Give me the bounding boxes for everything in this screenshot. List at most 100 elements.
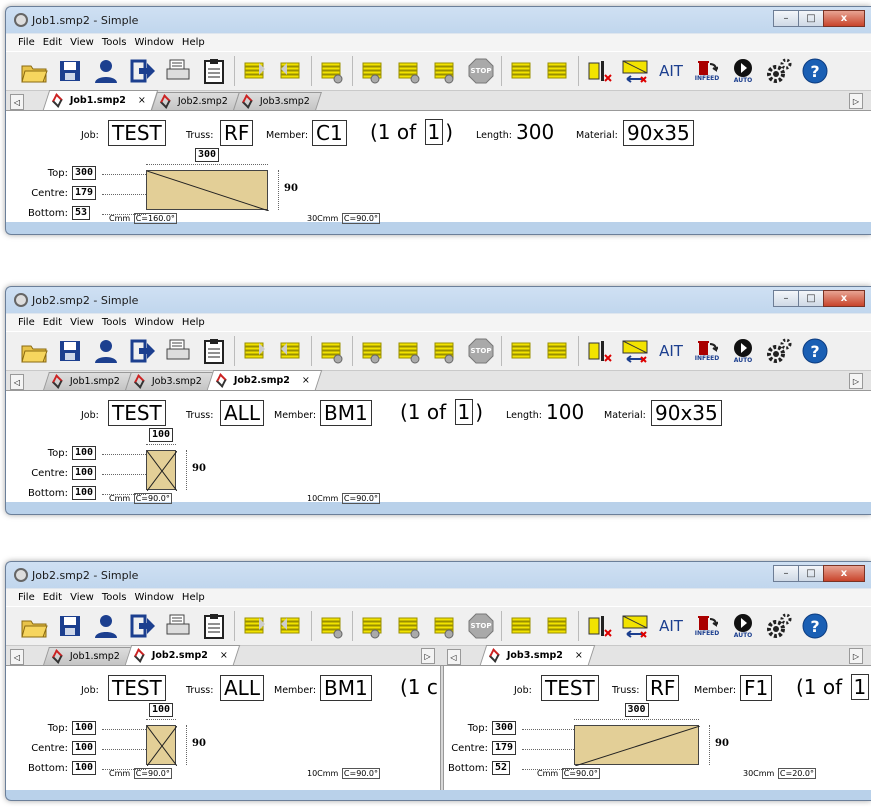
menu-help[interactable]: Help — [182, 317, 205, 328]
save-icon[interactable] — [54, 610, 86, 642]
stop-icon[interactable]: STOP — [465, 55, 497, 87]
member-value[interactable]: C1 — [312, 120, 347, 146]
menu-view[interactable]: View — [70, 592, 94, 603]
open-folder-icon[interactable] — [18, 55, 50, 87]
ait-button[interactable]: AIT — [655, 610, 687, 642]
material-value[interactable]: 90x35 — [651, 400, 722, 426]
print-icon[interactable] — [162, 55, 194, 87]
yellow-stack-gear-a-icon[interactable] — [357, 55, 389, 87]
yellow-stack-dense-icon[interactable] — [542, 55, 574, 87]
settings-icon[interactable] — [763, 610, 795, 642]
top-value[interactable]: 100 — [72, 721, 97, 735]
yellow-stack-lines-icon[interactable] — [506, 610, 538, 642]
yellow-stack-gear-c-icon[interactable] — [429, 55, 461, 87]
member-value[interactable]: BM1 — [320, 400, 372, 426]
centre-value[interactable]: 179 — [72, 186, 97, 200]
minimize-button[interactable]: – — [773, 10, 799, 27]
truss-value[interactable]: ALL — [220, 675, 264, 701]
tab-scroll-left[interactable]: ◁ — [446, 649, 461, 665]
yellow-stack-right-icon[interactable] — [275, 55, 307, 87]
cut-stop-icon[interactable] — [583, 610, 615, 642]
auto-button[interactable]: AUTO — [727, 55, 759, 87]
infeed-button[interactable]: INFEED — [691, 610, 723, 642]
tab-scroll-right[interactable]: ▷ — [420, 648, 435, 664]
centre-value[interactable]: 179 — [492, 741, 517, 755]
yellow-stack-gear-c-icon[interactable] — [429, 610, 461, 642]
open-folder-icon[interactable] — [18, 335, 50, 367]
tab-job2-smp2[interactable]: Job2.smp2 — [151, 92, 240, 110]
yellow-stack-right-icon[interactable] — [275, 335, 307, 367]
menu-window[interactable]: Window — [134, 592, 173, 603]
tab-scroll-left[interactable]: ◁ — [10, 94, 24, 110]
centre-value[interactable]: 100 — [72, 466, 97, 480]
of-count[interactable]: 1 — [850, 674, 870, 700]
truss-value[interactable]: RF — [220, 120, 254, 146]
right-cut-value[interactable]: C=90.0° — [341, 768, 381, 779]
tab-scroll-left[interactable]: ◁ — [10, 649, 24, 665]
tab-job3-smp2[interactable]: Job3.smp2 × — [479, 645, 595, 665]
menu-help[interactable]: Help — [182, 37, 205, 48]
maximize-button[interactable]: □ — [798, 565, 824, 582]
stop-icon[interactable]: STOP — [465, 335, 497, 367]
top-value[interactable]: 300 — [72, 166, 97, 180]
help-icon[interactable]: ? — [799, 610, 831, 642]
exit-icon[interactable] — [126, 610, 158, 642]
bottom-value[interactable]: 100 — [72, 486, 97, 500]
auto-button[interactable]: AUTO — [727, 610, 759, 642]
menu-tools[interactable]: Tools — [102, 37, 127, 48]
menu-file[interactable]: File — [18, 37, 35, 48]
yellow-stack-gear-a-icon[interactable] — [357, 335, 389, 367]
menu-window[interactable]: Window — [134, 317, 173, 328]
right-cut-value[interactable]: C=90.0° — [341, 213, 381, 224]
tab-close-button[interactable]: × — [220, 650, 228, 661]
menu-edit[interactable]: Edit — [43, 317, 62, 328]
board-push-icon[interactable] — [619, 610, 651, 642]
tab-job2-smp2[interactable]: Job2.smp2 × — [206, 370, 323, 390]
help-icon[interactable]: ? — [799, 55, 831, 87]
top-value[interactable]: 100 — [72, 446, 97, 460]
tab-scroll-left[interactable]: ◁ — [10, 374, 24, 390]
job-value[interactable]: TEST — [108, 400, 166, 426]
tab-job2-smp2[interactable]: Job2.smp2 × — [124, 645, 241, 665]
yellow-stack-gear-icon[interactable] — [316, 335, 348, 367]
minimize-button[interactable]: – — [773, 290, 799, 307]
cut-stop-icon[interactable] — [583, 55, 615, 87]
board-push-icon[interactable] — [619, 55, 651, 87]
of-count[interactable]: 1 — [424, 119, 444, 145]
help-icon[interactable]: ? — [799, 335, 831, 367]
yellow-stack-right-icon[interactable] — [275, 610, 307, 642]
menu-edit[interactable]: Edit — [43, 592, 62, 603]
minimize-button[interactable]: – — [773, 565, 799, 582]
user-icon[interactable] — [90, 335, 122, 367]
yellow-stack-gear-b-icon[interactable] — [393, 55, 425, 87]
stop-icon[interactable]: STOP — [465, 610, 497, 642]
infeed-button[interactable]: INFEED — [691, 335, 723, 367]
user-icon[interactable] — [90, 610, 122, 642]
bottom-value[interactable]: 100 — [72, 761, 97, 775]
yellow-stack-gear-icon[interactable] — [316, 55, 348, 87]
settings-icon[interactable] — [763, 55, 795, 87]
yellow-stack-lines-icon[interactable] — [506, 55, 538, 87]
yellow-stack-left-icon[interactable] — [239, 335, 271, 367]
save-icon[interactable] — [54, 55, 86, 87]
yellow-stack-dense-icon[interactable] — [542, 610, 574, 642]
centre-value[interactable]: 100 — [72, 741, 97, 755]
job-value[interactable]: TEST — [108, 120, 166, 146]
yellow-stack-gear-b-icon[interactable] — [393, 610, 425, 642]
tab-close-button[interactable]: × — [574, 650, 582, 661]
truss-value[interactable]: ALL — [220, 400, 264, 426]
menu-file[interactable]: File — [18, 317, 35, 328]
bottom-value[interactable]: 52 — [492, 761, 511, 775]
menu-view[interactable]: View — [70, 37, 94, 48]
menu-file[interactable]: File — [18, 592, 35, 603]
of-count[interactable]: 1 — [454, 399, 474, 425]
bottom-value[interactable]: 53 — [72, 206, 91, 220]
truss-value[interactable]: RF — [646, 675, 680, 701]
left-cut-value[interactable]: C=90.0° — [133, 493, 172, 504]
ait-button[interactable]: AIT — [655, 55, 687, 87]
exit-icon[interactable] — [126, 335, 158, 367]
top-value[interactable]: 300 — [492, 721, 517, 735]
cut-stop-icon[interactable] — [583, 335, 615, 367]
maximize-button[interactable]: □ — [798, 10, 824, 27]
job-value[interactable]: TEST — [541, 675, 599, 701]
